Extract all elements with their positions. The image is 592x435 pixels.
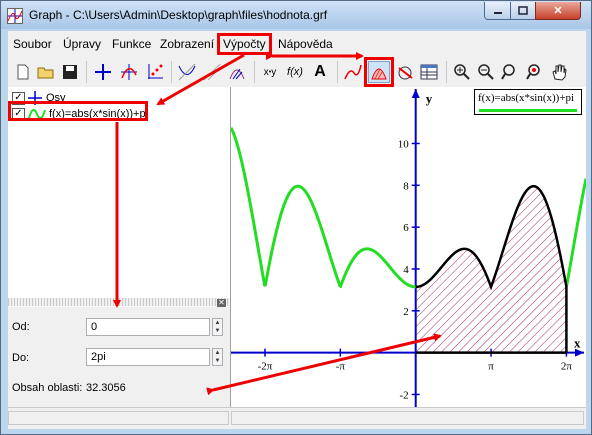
area-result-value: 32.3056: [86, 382, 126, 394]
function-curve-right: [564, 178, 586, 288]
y-axis-arrow: [411, 89, 420, 98]
point-series-icon[interactable]: [144, 61, 166, 83]
from-label: Od:: [12, 321, 30, 333]
status-cell-left: [8, 411, 229, 425]
menu-soubor[interactable]: Soubor: [13, 37, 52, 51]
to-spinner[interactable]: ▲ ▼: [212, 348, 223, 366]
x-tick-label: -2π: [258, 361, 273, 373]
close-icon[interactable]: ✕: [217, 299, 226, 307]
y-tick-label: 10: [398, 138, 410, 150]
zoom-in-icon[interactable]: [451, 61, 473, 83]
status-bar: [8, 407, 586, 429]
panel-splitter[interactable]: [8, 298, 230, 306]
menu-zobrazeni[interactable]: Zobrazení: [160, 37, 214, 51]
area-calculation-panel: Od: 0 ▲ ▼ Do: 2pi ▲ ▼ Obsah oblasti: 32.30…: [8, 307, 230, 407]
animate-icon[interactable]: [395, 61, 417, 83]
minimize-icon: [493, 11, 502, 14]
tangent-icon[interactable]: [176, 61, 198, 83]
highlight-function-item: [8, 101, 148, 121]
area-result-label: Obsah oblasti:: [12, 382, 83, 394]
new-file-icon[interactable]: [12, 61, 34, 83]
toolbar-separator: [337, 61, 338, 83]
close-button[interactable]: ✕: [535, 2, 581, 20]
toolbar-separator: [446, 61, 447, 83]
x-tick-label: 2π: [561, 361, 573, 373]
y-tick-label: 4: [403, 264, 409, 276]
close-icon: ✕: [553, 5, 563, 17]
menu-bar: Soubor Úpravy Funkce Zobrazení Výpočty N…: [8, 31, 586, 55]
pan-hand-icon[interactable]: [548, 61, 570, 83]
text-label-icon[interactable]: A: [309, 61, 331, 83]
function-curve-left: [231, 127, 416, 289]
toolbar: x • y f(x) A: [8, 55, 586, 88]
evaluate-icon[interactable]: x • y: [259, 61, 281, 83]
legend-swatch: [479, 109, 577, 112]
y-tick-label: -2: [400, 389, 409, 401]
maximize-button[interactable]: [510, 2, 536, 20]
toolbar-separator: [254, 61, 255, 83]
y-tick-label: 6: [403, 222, 409, 234]
toolbar-separator: [171, 61, 172, 83]
y-axis-label: y: [426, 91, 433, 106]
save-icon[interactable]: [59, 61, 81, 83]
trendline-icon[interactable]: [342, 61, 364, 83]
highlight-area-tool: [364, 57, 394, 87]
zoom-fit-icon[interactable]: [499, 61, 521, 83]
status-cell-right: [231, 411, 584, 425]
menu-funkce[interactable]: Funkce: [112, 37, 151, 51]
graph-app-icon: [7, 8, 23, 24]
function-plot[interactable]: x y -2π -π π 2π 10 8 6 4 2 -2: [231, 87, 586, 407]
graph-canvas[interactable]: x y -2π -π π 2π 10 8 6 4 2 -2 f(x)=abs(x*sin(x))+pi: [231, 87, 586, 407]
x-axis-label: x: [574, 336, 581, 351]
table-icon[interactable]: [418, 61, 440, 83]
title-bar[interactable]: Graph - C:\Users\Admin\Desktop\graph\fil…: [1, 1, 591, 29]
from-input[interactable]: 0: [86, 318, 210, 336]
menu-upravy[interactable]: Úpravy: [63, 37, 101, 51]
legend-label: f(x)=abs(x*sin(x))+pi: [478, 92, 575, 104]
relation-icon[interactable]: [226, 61, 248, 83]
open-folder-icon[interactable]: [35, 61, 57, 83]
highlight-vypocty-menu: [217, 33, 272, 55]
toolbar-separator: [86, 61, 87, 83]
minimize-button[interactable]: [484, 2, 511, 20]
legend-box: f(x)=abs(x*sin(x))+pi: [474, 89, 582, 115]
window-title: Graph - C:\Users\Admin\Desktop\graph\fil…: [29, 8, 328, 22]
y-tick-label: 2: [403, 306, 409, 318]
to-input[interactable]: 2pi: [86, 348, 210, 366]
fx-icon[interactable]: f(x): [284, 61, 306, 83]
y-tick-label: 8: [403, 180, 409, 192]
from-spinner[interactable]: ▲ ▼: [212, 318, 223, 336]
shading-icon[interactable]: [201, 61, 223, 83]
x-tick-label: π: [488, 361, 494, 373]
app-window: Graph - C:\Users\Admin\Desktop\graph\fil…: [0, 0, 592, 435]
zoom-square-icon[interactable]: [523, 61, 545, 83]
x-tick-label: -π: [336, 361, 346, 373]
insert-function-icon[interactable]: [118, 61, 140, 83]
to-label: Do:: [12, 352, 30, 364]
maximize-icon: [518, 6, 528, 15]
insert-axes-icon[interactable]: [92, 61, 114, 83]
zoom-out-icon[interactable]: [475, 61, 497, 83]
menu-napoveda[interactable]: Nápověda: [278, 37, 333, 51]
